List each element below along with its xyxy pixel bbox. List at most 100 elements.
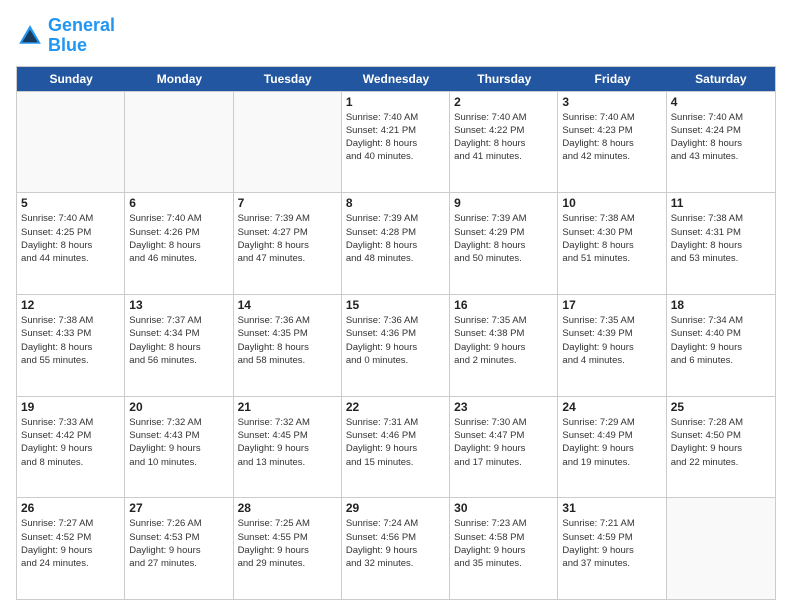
day-info: Sunrise: 7:36 AM Sunset: 4:35 PM Dayligh… <box>238 314 337 367</box>
day-info: Sunrise: 7:33 AM Sunset: 4:42 PM Dayligh… <box>21 416 120 469</box>
day-info: Sunrise: 7:38 AM Sunset: 4:31 PM Dayligh… <box>671 212 771 265</box>
day-info: Sunrise: 7:38 AM Sunset: 4:30 PM Dayligh… <box>562 212 661 265</box>
day-info: Sunrise: 7:23 AM Sunset: 4:58 PM Dayligh… <box>454 517 553 570</box>
day-info: Sunrise: 7:35 AM Sunset: 4:39 PM Dayligh… <box>562 314 661 367</box>
day-number: 13 <box>129 298 228 312</box>
day-cell-19: 19 Sunrise: 7:33 AM Sunset: 4:42 PM Dayli… <box>17 397 125 498</box>
day-number: 2 <box>454 95 553 109</box>
day-info: Sunrise: 7:35 AM Sunset: 4:38 PM Dayligh… <box>454 314 553 367</box>
day-info: Sunrise: 7:40 AM Sunset: 4:23 PM Dayligh… <box>562 111 661 164</box>
day-info: Sunrise: 7:32 AM Sunset: 4:43 PM Dayligh… <box>129 416 228 469</box>
day-number: 12 <box>21 298 120 312</box>
day-info: Sunrise: 7:26 AM Sunset: 4:53 PM Dayligh… <box>129 517 228 570</box>
day-cell-24: 24 Sunrise: 7:29 AM Sunset: 4:49 PM Dayli… <box>558 397 666 498</box>
header-day-monday: Monday <box>125 67 233 91</box>
header-day-tuesday: Tuesday <box>234 67 342 91</box>
day-number: 9 <box>454 196 553 210</box>
header: General Blue <box>16 16 776 56</box>
day-info: Sunrise: 7:40 AM Sunset: 4:21 PM Dayligh… <box>346 111 445 164</box>
day-number: 23 <box>454 400 553 414</box>
week-row-5: 26Sunrise: 7:27 AM Sunset: 4:52 PM Dayli… <box>17 497 775 599</box>
day-info: Sunrise: 7:39 AM Sunset: 4:29 PM Dayligh… <box>454 212 553 265</box>
calendar-header-row: SundayMondayTuesdayWednesdayThursdayFrid… <box>17 67 775 91</box>
day-cell-8: 8Sunrise: 7:39 AM Sunset: 4:28 PM Daylig… <box>342 193 450 294</box>
day-number: 14 <box>238 298 337 312</box>
day-info: Sunrise: 7:39 AM Sunset: 4:28 PM Dayligh… <box>346 212 445 265</box>
day-info: Sunrise: 7:21 AM Sunset: 4:59 PM Dayligh… <box>562 517 661 570</box>
calendar: SundayMondayTuesdayWednesdayThursdayFrid… <box>16 66 776 600</box>
day-info: Sunrise: 7:40 AM Sunset: 4:22 PM Dayligh… <box>454 111 553 164</box>
day-info: Sunrise: 7:40 AM Sunset: 4:25 PM Dayligh… <box>21 212 120 265</box>
day-info: Sunrise: 7:36 AM Sunset: 4:36 PM Dayligh… <box>346 314 445 367</box>
page: General Blue SundayMondayTuesdayWednesda… <box>0 0 792 612</box>
day-cell-16: 16 Sunrise: 7:35 AM Sunset: 4:38 PM Dayli… <box>450 295 558 396</box>
day-info: Sunrise: 7:40 AM Sunset: 4:24 PM Dayligh… <box>671 111 771 164</box>
day-number: 30 <box>454 501 553 515</box>
day-cell-12: 12 Sunrise: 7:38 AM Sunset: 4:33 PM Dayli… <box>17 295 125 396</box>
day-info: Sunrise: 7:30 AM Sunset: 4:47 PM Dayligh… <box>454 416 553 469</box>
day-info: Sunrise: 7:28 AM Sunset: 4:50 PM Dayligh… <box>671 416 771 469</box>
day-info: Sunrise: 7:39 AM Sunset: 4:27 PM Dayligh… <box>238 212 337 265</box>
day-number: 6 <box>129 196 228 210</box>
day-cell-18: 18Sunrise: 7:34 AM Sunset: 4:40 PM Dayli… <box>667 295 775 396</box>
day-number: 3 <box>562 95 661 109</box>
day-number: 15 <box>346 298 445 312</box>
week-row-4: 19 Sunrise: 7:33 AM Sunset: 4:42 PM Dayli… <box>17 396 775 498</box>
empty-cell <box>17 92 125 193</box>
day-number: 11 <box>671 196 771 210</box>
empty-cell <box>667 498 775 599</box>
day-number: 5 <box>21 196 120 210</box>
day-number: 24 <box>562 400 661 414</box>
day-number: 21 <box>238 400 337 414</box>
week-row-3: 12 Sunrise: 7:38 AM Sunset: 4:33 PM Dayli… <box>17 294 775 396</box>
day-info: Sunrise: 7:34 AM Sunset: 4:40 PM Dayligh… <box>671 314 771 367</box>
day-cell-5: 5 Sunrise: 7:40 AM Sunset: 4:25 PM Daylig… <box>17 193 125 294</box>
day-number: 4 <box>671 95 771 109</box>
header-day-thursday: Thursday <box>450 67 558 91</box>
day-cell-30: 30 Sunrise: 7:23 AM Sunset: 4:58 PM Dayli… <box>450 498 558 599</box>
day-number: 25 <box>671 400 771 414</box>
day-cell-20: 20 Sunrise: 7:32 AM Sunset: 4:43 PM Dayli… <box>125 397 233 498</box>
day-info: Sunrise: 7:25 AM Sunset: 4:55 PM Dayligh… <box>238 517 337 570</box>
empty-cell <box>234 92 342 193</box>
logo: General Blue <box>16 16 115 56</box>
day-cell-6: 6 Sunrise: 7:40 AM Sunset: 4:26 PM Daylig… <box>125 193 233 294</box>
empty-cell <box>125 92 233 193</box>
day-number: 19 <box>21 400 120 414</box>
day-cell-17: 17 Sunrise: 7:35 AM Sunset: 4:39 PM Dayli… <box>558 295 666 396</box>
day-info: Sunrise: 7:29 AM Sunset: 4:49 PM Dayligh… <box>562 416 661 469</box>
logo-icon <box>16 22 44 50</box>
day-cell-21: 21 Sunrise: 7:32 AM Sunset: 4:45 PM Dayli… <box>234 397 342 498</box>
day-cell-9: 9 Sunrise: 7:39 AM Sunset: 4:29 PM Daylig… <box>450 193 558 294</box>
day-info: Sunrise: 7:27 AM Sunset: 4:52 PM Dayligh… <box>21 517 120 570</box>
day-info: Sunrise: 7:38 AM Sunset: 4:33 PM Dayligh… <box>21 314 120 367</box>
day-number: 28 <box>238 501 337 515</box>
day-cell-29: 29Sunrise: 7:24 AM Sunset: 4:56 PM Dayli… <box>342 498 450 599</box>
day-number: 10 <box>562 196 661 210</box>
week-row-2: 5 Sunrise: 7:40 AM Sunset: 4:25 PM Daylig… <box>17 192 775 294</box>
day-cell-15: 15 Sunrise: 7:36 AM Sunset: 4:36 PM Dayli… <box>342 295 450 396</box>
header-day-wednesday: Wednesday <box>342 67 450 91</box>
day-cell-4: 4 Sunrise: 7:40 AM Sunset: 4:24 PM Daylig… <box>667 92 775 193</box>
day-cell-31: 31Sunrise: 7:21 AM Sunset: 4:59 PM Dayli… <box>558 498 666 599</box>
day-number: 20 <box>129 400 228 414</box>
day-cell-25: 25 Sunrise: 7:28 AM Sunset: 4:50 PM Dayli… <box>667 397 775 498</box>
day-info: Sunrise: 7:40 AM Sunset: 4:26 PM Dayligh… <box>129 212 228 265</box>
day-cell-27: 27Sunrise: 7:26 AM Sunset: 4:53 PM Dayli… <box>125 498 233 599</box>
day-cell-3: 3 Sunrise: 7:40 AM Sunset: 4:23 PM Daylig… <box>558 92 666 193</box>
header-day-friday: Friday <box>558 67 666 91</box>
day-number: 16 <box>454 298 553 312</box>
day-cell-26: 26Sunrise: 7:27 AM Sunset: 4:52 PM Dayli… <box>17 498 125 599</box>
day-cell-14: 14 Sunrise: 7:36 AM Sunset: 4:35 PM Dayli… <box>234 295 342 396</box>
day-cell-13: 13 Sunrise: 7:37 AM Sunset: 4:34 PM Dayli… <box>125 295 233 396</box>
day-number: 7 <box>238 196 337 210</box>
day-number: 17 <box>562 298 661 312</box>
day-info: Sunrise: 7:24 AM Sunset: 4:56 PM Dayligh… <box>346 517 445 570</box>
day-info: Sunrise: 7:31 AM Sunset: 4:46 PM Dayligh… <box>346 416 445 469</box>
day-cell-10: 10 Sunrise: 7:38 AM Sunset: 4:30 PM Dayli… <box>558 193 666 294</box>
header-day-sunday: Sunday <box>17 67 125 91</box>
day-info: Sunrise: 7:32 AM Sunset: 4:45 PM Dayligh… <box>238 416 337 469</box>
week-row-1: 1Sunrise: 7:40 AM Sunset: 4:21 PM Daylig… <box>17 91 775 193</box>
day-number: 22 <box>346 400 445 414</box>
day-info: Sunrise: 7:37 AM Sunset: 4:34 PM Dayligh… <box>129 314 228 367</box>
